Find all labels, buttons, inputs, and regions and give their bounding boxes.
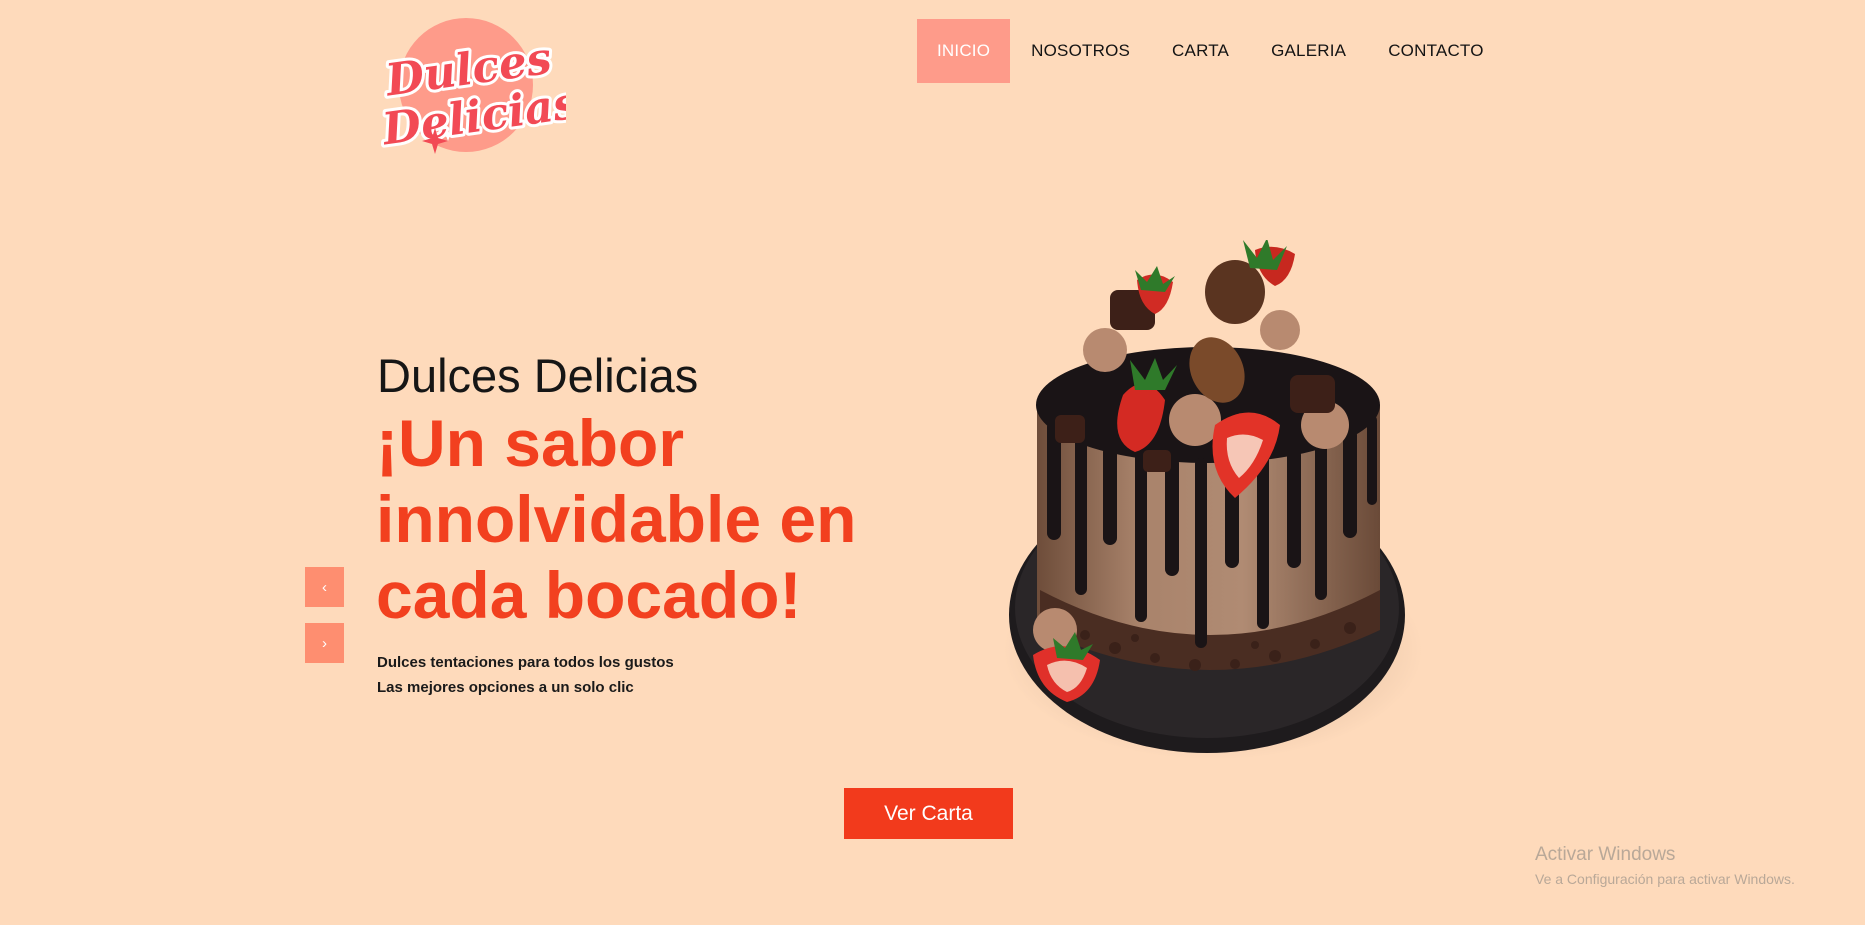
- chevron-left-icon: ‹: [322, 578, 327, 596]
- hero-line-1: Dulces tentaciones para todos los gustos: [377, 654, 674, 671]
- page: Dulces Dulces Delicias Delicias INICIO N…: [0, 0, 1865, 925]
- hero-title: ¡Un sabor innolvidable en cada bocado!: [376, 406, 857, 632]
- nav-item-galeria[interactable]: GALERIA: [1250, 19, 1367, 83]
- slider-next-button[interactable]: ›: [305, 623, 344, 663]
- hero-cake-image: [995, 238, 1425, 780]
- hero-description: Dulces tentaciones para todos los gustos…: [377, 650, 674, 700]
- hero-line-2: Las mejores opciones a un solo clic: [377, 679, 634, 696]
- slider-prev-button[interactable]: ‹: [305, 567, 344, 607]
- windows-activation-watermark: Activar Windows Ve a Configuración para …: [1535, 843, 1795, 889]
- watermark-title: Activar Windows: [1535, 844, 1676, 865]
- nav-item-inicio[interactable]: INICIO: [917, 19, 1011, 83]
- chevron-right-icon: ›: [322, 634, 327, 652]
- main-nav: INICIO NOSOTROS CARTA GALERIA CONTACTO: [917, 19, 1505, 83]
- nav-item-nosotros[interactable]: NOSOTROS: [1010, 19, 1151, 83]
- hero-subtitle: Dulces Delicias: [377, 349, 699, 402]
- nav-item-contacto[interactable]: CONTACTO: [1367, 19, 1504, 83]
- brand-logo[interactable]: Dulces Dulces Delicias Delicias: [376, 18, 566, 158]
- watermark-subtitle: Ve a Configuración para activar Windows.: [1535, 871, 1795, 887]
- nav-item-carta[interactable]: CARTA: [1151, 19, 1250, 83]
- ver-carta-button[interactable]: Ver Carta: [844, 788, 1013, 839]
